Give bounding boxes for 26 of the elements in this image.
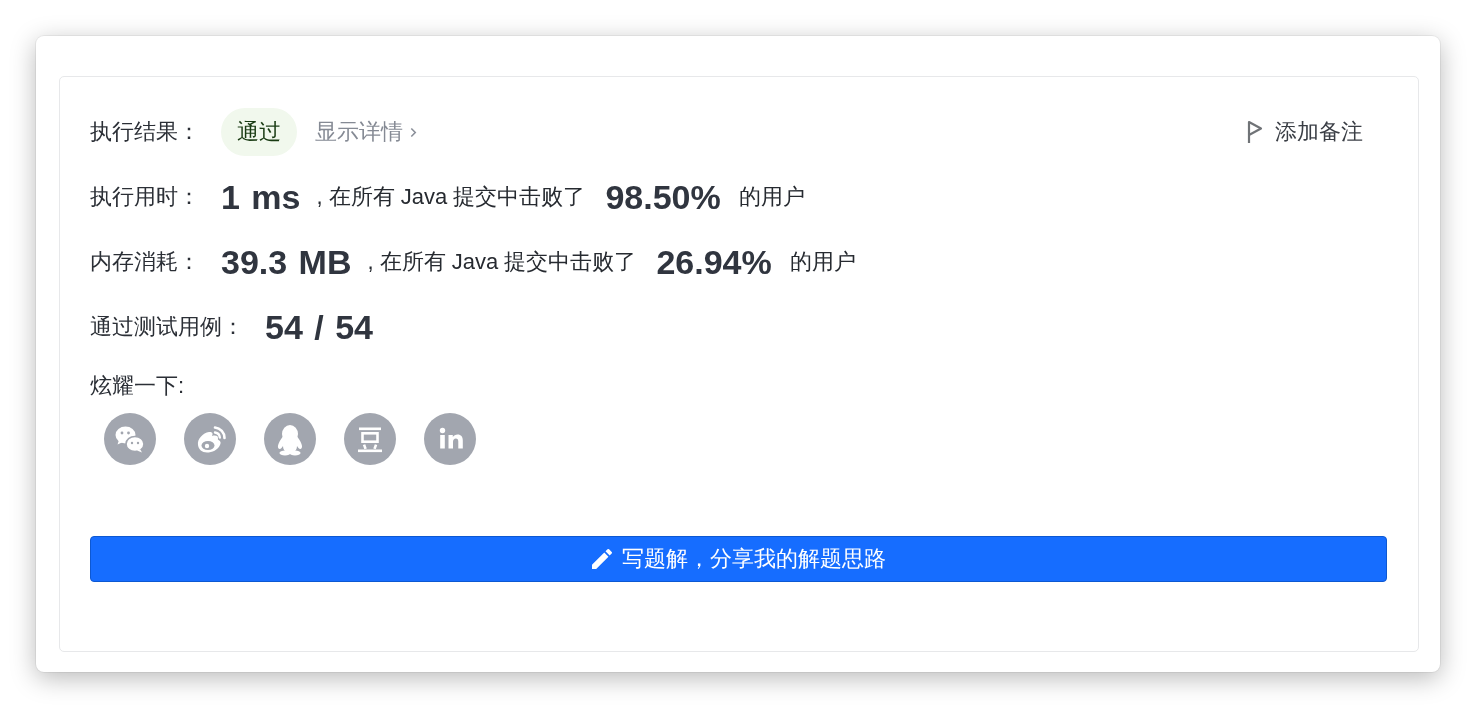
penguin-icon[interactable]: [264, 413, 316, 465]
chat-bubbles-icon[interactable]: [104, 413, 156, 465]
comparison-text: , 在所有 Java 提交中击败了: [367, 248, 637, 276]
percentile-value: 98.50%: [605, 177, 721, 217]
result-label: 执行结果：: [90, 118, 200, 146]
stat-label: 通过测试用例：: [90, 313, 244, 341]
eye-waves-icon[interactable]: [184, 413, 236, 465]
comparison-text: , 在所有 Java 提交中击败了: [316, 183, 586, 211]
suffix-text: 的用户: [738, 183, 805, 211]
stat-value: 39.3 MB: [221, 242, 352, 282]
share-label: 炫耀一下:: [90, 372, 185, 400]
stat-value: 54 / 54: [265, 307, 373, 347]
details-link[interactable]: 显示详情: [315, 117, 417, 147]
suffix-text: 的用户: [789, 248, 856, 276]
stat-label: 执行用时：: [90, 183, 200, 211]
stat-value: 1 ms: [221, 177, 301, 217]
write-solution-button[interactable]: 写题解，分享我的解题思路: [90, 536, 1387, 582]
flag-icon: [1247, 120, 1263, 144]
bean-glyph-icon[interactable]: [344, 413, 396, 465]
status-badge: 通过: [221, 108, 297, 156]
percentile-value: 26.94%: [656, 242, 772, 282]
add-note-button[interactable]: 添加备注: [1247, 117, 1363, 147]
pencil-icon: [591, 549, 612, 569]
in-letters-icon[interactable]: [424, 413, 476, 465]
chevron-icon: [410, 126, 417, 138]
stat-label: 内存消耗：: [90, 248, 200, 276]
